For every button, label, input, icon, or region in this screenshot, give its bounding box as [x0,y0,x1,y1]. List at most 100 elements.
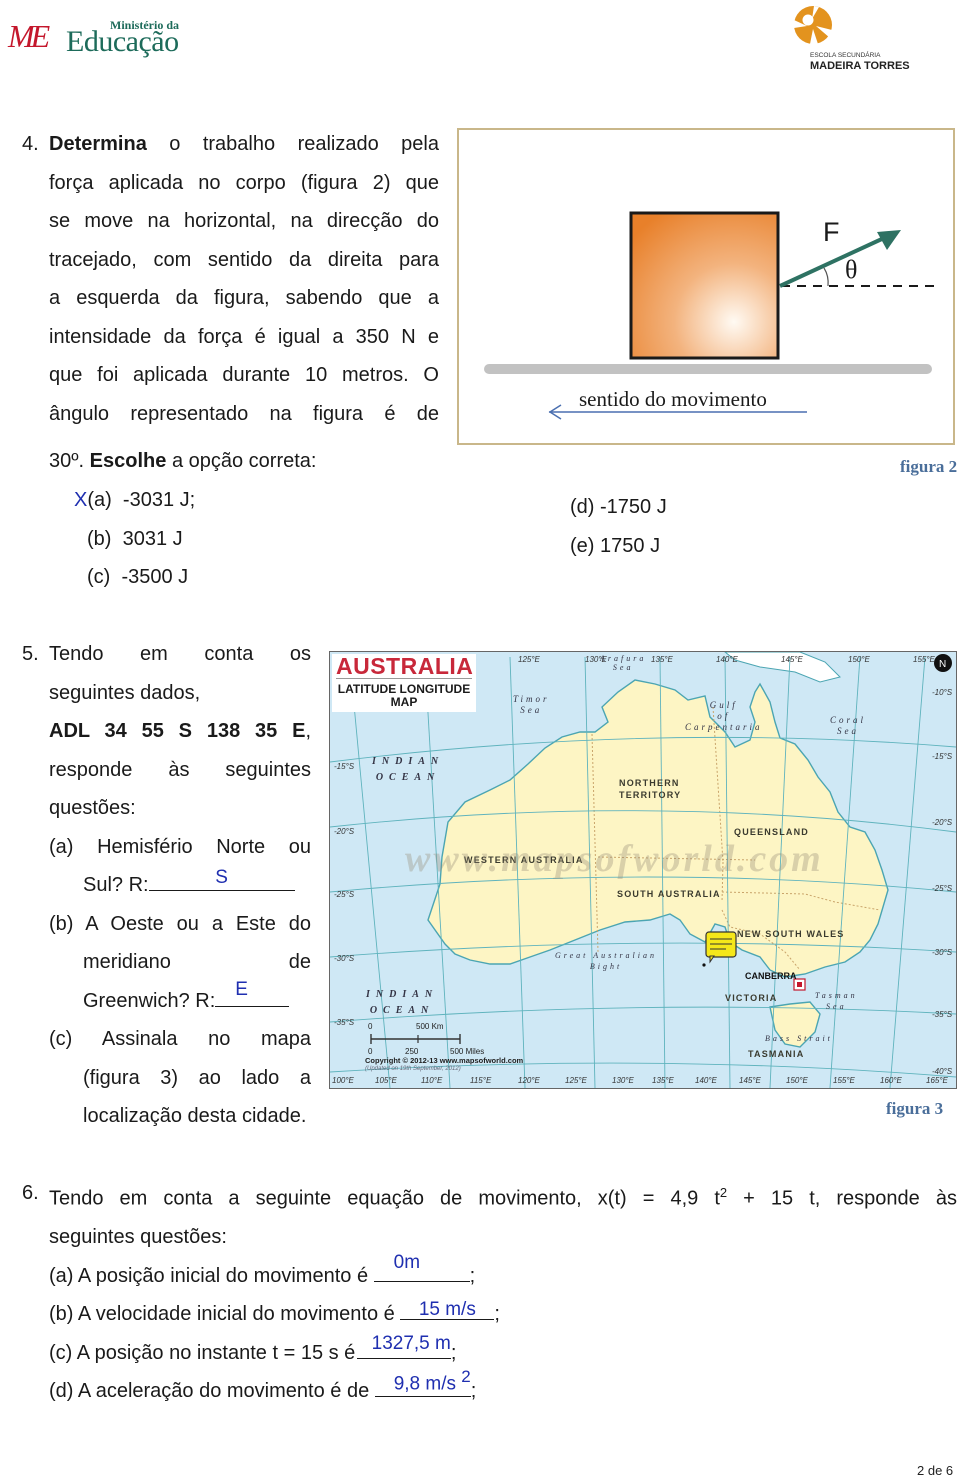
q4-option-e[interactable]: (e) 1750 J [570,527,667,566]
lon-label: 150°E [848,655,870,664]
q4-line-1-text: o trabalho realizado pela [169,133,439,155]
lat-label: -15°S [334,762,355,771]
new-south-wales-label: NEW SOUTH WALES [737,929,845,939]
block [629,211,780,360]
scale-km-0: 0 [368,1022,373,1031]
q4-number: 4. [22,133,39,155]
q5-c-line-2: (figura 3) ao lado a [83,1066,311,1089]
q5-text: Tendo em conta os seguintes dados, ADL 3… [49,635,311,1136]
map-copyright: Copyright © 2012-13 www.mapsofworld.com [365,1056,524,1065]
q4-line-2: força aplicada no corpo (figura 2) que [49,171,439,194]
option-label: (e) [570,534,595,557]
q4-bold-verb: Determina [49,133,147,155]
q5-b-answer-field[interactable]: E [215,979,290,1007]
q6-intro-line-2: seguintes questões: [49,1226,227,1249]
q4-option-a[interactable]: X(a) -3031 J; [74,481,195,520]
lon-label: 125°E [518,655,540,664]
lon-label: 155°E [833,1076,855,1085]
scale-km-500: 500 Km [416,1022,444,1031]
q6-c-answer: 1327,5 m [371,1332,451,1354]
q6-d-answer-field[interactable]: 9,8 m/s 2 [374,1367,471,1398]
q6-item-a: (a) A posição inicial do movimento é 0m; [49,1252,957,1296]
me-mark: ME [8,18,50,54]
q5-coords-suffix: , [305,720,311,742]
q5-b-answer: E [235,978,248,1000]
q5-b-line-3: Greenwich? R: E [49,979,311,1021]
q6-d-answer-sup: 2 [461,1366,471,1386]
australia-map[interactable]: N AUSTRALIA LATITUDE LONGITUDE MAP 125°E… [329,651,957,1089]
q4-angle-value: 30º. [49,450,85,472]
q6-b-answer-field[interactable]: 15 m/s [400,1297,495,1321]
force-label: F [823,217,840,247]
q4-line-4: tracejado, com sentido da direita para [49,248,439,271]
q5-coords: ADL 34 55 S 138 35 E [49,720,306,742]
great-australian-bight-label: Great Australian Bight [555,951,658,971]
item-text: A aceleração do movimento é de [77,1380,370,1403]
q5-intro-line-5: questões: [49,797,136,819]
lon-label: 155°E [913,655,935,664]
lon-label: 145°E [739,1076,761,1085]
selected-mark: X [74,489,88,511]
bass-strait-label: Bass Strait [765,1034,833,1043]
q4-option-d[interactable]: (d) -1750 J [570,488,667,527]
q6-a-answer-field[interactable]: 0m [373,1252,470,1282]
option-value: -3500 J [121,566,189,588]
option-label: (d) [570,496,595,518]
scale-mi-250: 250 [405,1047,419,1056]
q6-d-answer-value: 9,8 m/s [393,1373,457,1395]
q6-item-d: (d) A aceleração do movimento é de 9,8 m… [49,1367,957,1411]
coral-sea-label: Coral Sea [830,715,867,736]
q5-b-text-2a: meridiano [83,951,171,973]
tasmania-label: TASMANIA [748,1049,805,1059]
q4-line-5: a esquerda da figura, sabendo que a [49,287,439,309]
figure-3-caption: figura 3 [886,1099,944,1118]
q4-instruction-bold: Escolhe [89,450,167,472]
lon-label: 130°E [612,1076,634,1085]
item-end: ; [494,1303,500,1326]
q4-option-b[interactable]: (b) 3031 J [74,520,195,559]
adelaide-point-marker [702,963,706,967]
lon-label: 135°E [651,655,673,664]
q5-a-prompt: Sul? R: [83,874,149,896]
q4-line-3: se move na horizontal, na direcção do [49,210,439,232]
option-label: (c) [87,566,111,588]
q5-b-prompt: Greenwich? R: [83,989,216,1012]
timor-sea-label: Timor Sea [513,694,550,715]
q5-b-text-2b: de [288,951,311,973]
map-title: AUSTRALIA [336,653,474,679]
lon-label: 105°E [375,1076,397,1085]
scale-mi-500: 500 Miles [450,1047,485,1056]
item-label: (b) [49,1303,74,1326]
q6-intro-a: Tendo em conta a seguinte equação de mov… [49,1187,720,1210]
q5-a-answer-field[interactable]: S [148,868,295,891]
q6-item-b: (b) A velocidade inicial do movimento é … [49,1295,957,1334]
q6-intro-line-1: Tendo em conta a seguinte equação de mov… [49,1174,957,1218]
gulf-carpentaria-label: Gulf of Carpentaria [685,700,763,732]
school-emblem-icon [794,6,832,44]
item-end: ; [469,1264,476,1287]
option-label: (a) [87,489,112,511]
item-label: (a) [49,1264,74,1287]
lat-label: -30°S [932,948,953,957]
q6-intro-b: + 15 t, responde às [743,1187,957,1210]
q6-text: Tendo em conta a seguinte equação de mov… [49,1174,957,1411]
victoria-label: VICTORIA [725,993,778,1003]
angle-arc [823,267,829,287]
item-text: A posição no instante t = 15 s é [76,1341,356,1364]
northern-territory-label: NORTHERN TERRITORY [619,778,682,800]
lon-label: 125°E [565,1076,587,1085]
lon-label: 110°E [421,1076,443,1085]
option-value: -1750 J [600,496,667,518]
lon-label: 140°E [695,1076,717,1085]
page-number: 2 de 6 [917,1463,954,1478]
south-australia-label: SOUTH AUSTRALIA [617,889,721,899]
q4-instruction-rest: a opção correta: [171,450,317,472]
item-end: ; [450,1341,457,1364]
indian-ocean-bottom-label: INDIAN OCEAN [366,989,439,1016]
item-label: (c) [49,1341,73,1364]
q6-c-answer-field[interactable]: 1327,5 m [356,1332,451,1359]
q5-a-text: Hemisfério Norte ou [97,835,311,858]
item-end: ; [470,1380,477,1403]
tasman-sea-label: Tasman Sea [815,991,858,1011]
q4-option-c[interactable]: (c) -3500 J [74,558,195,597]
